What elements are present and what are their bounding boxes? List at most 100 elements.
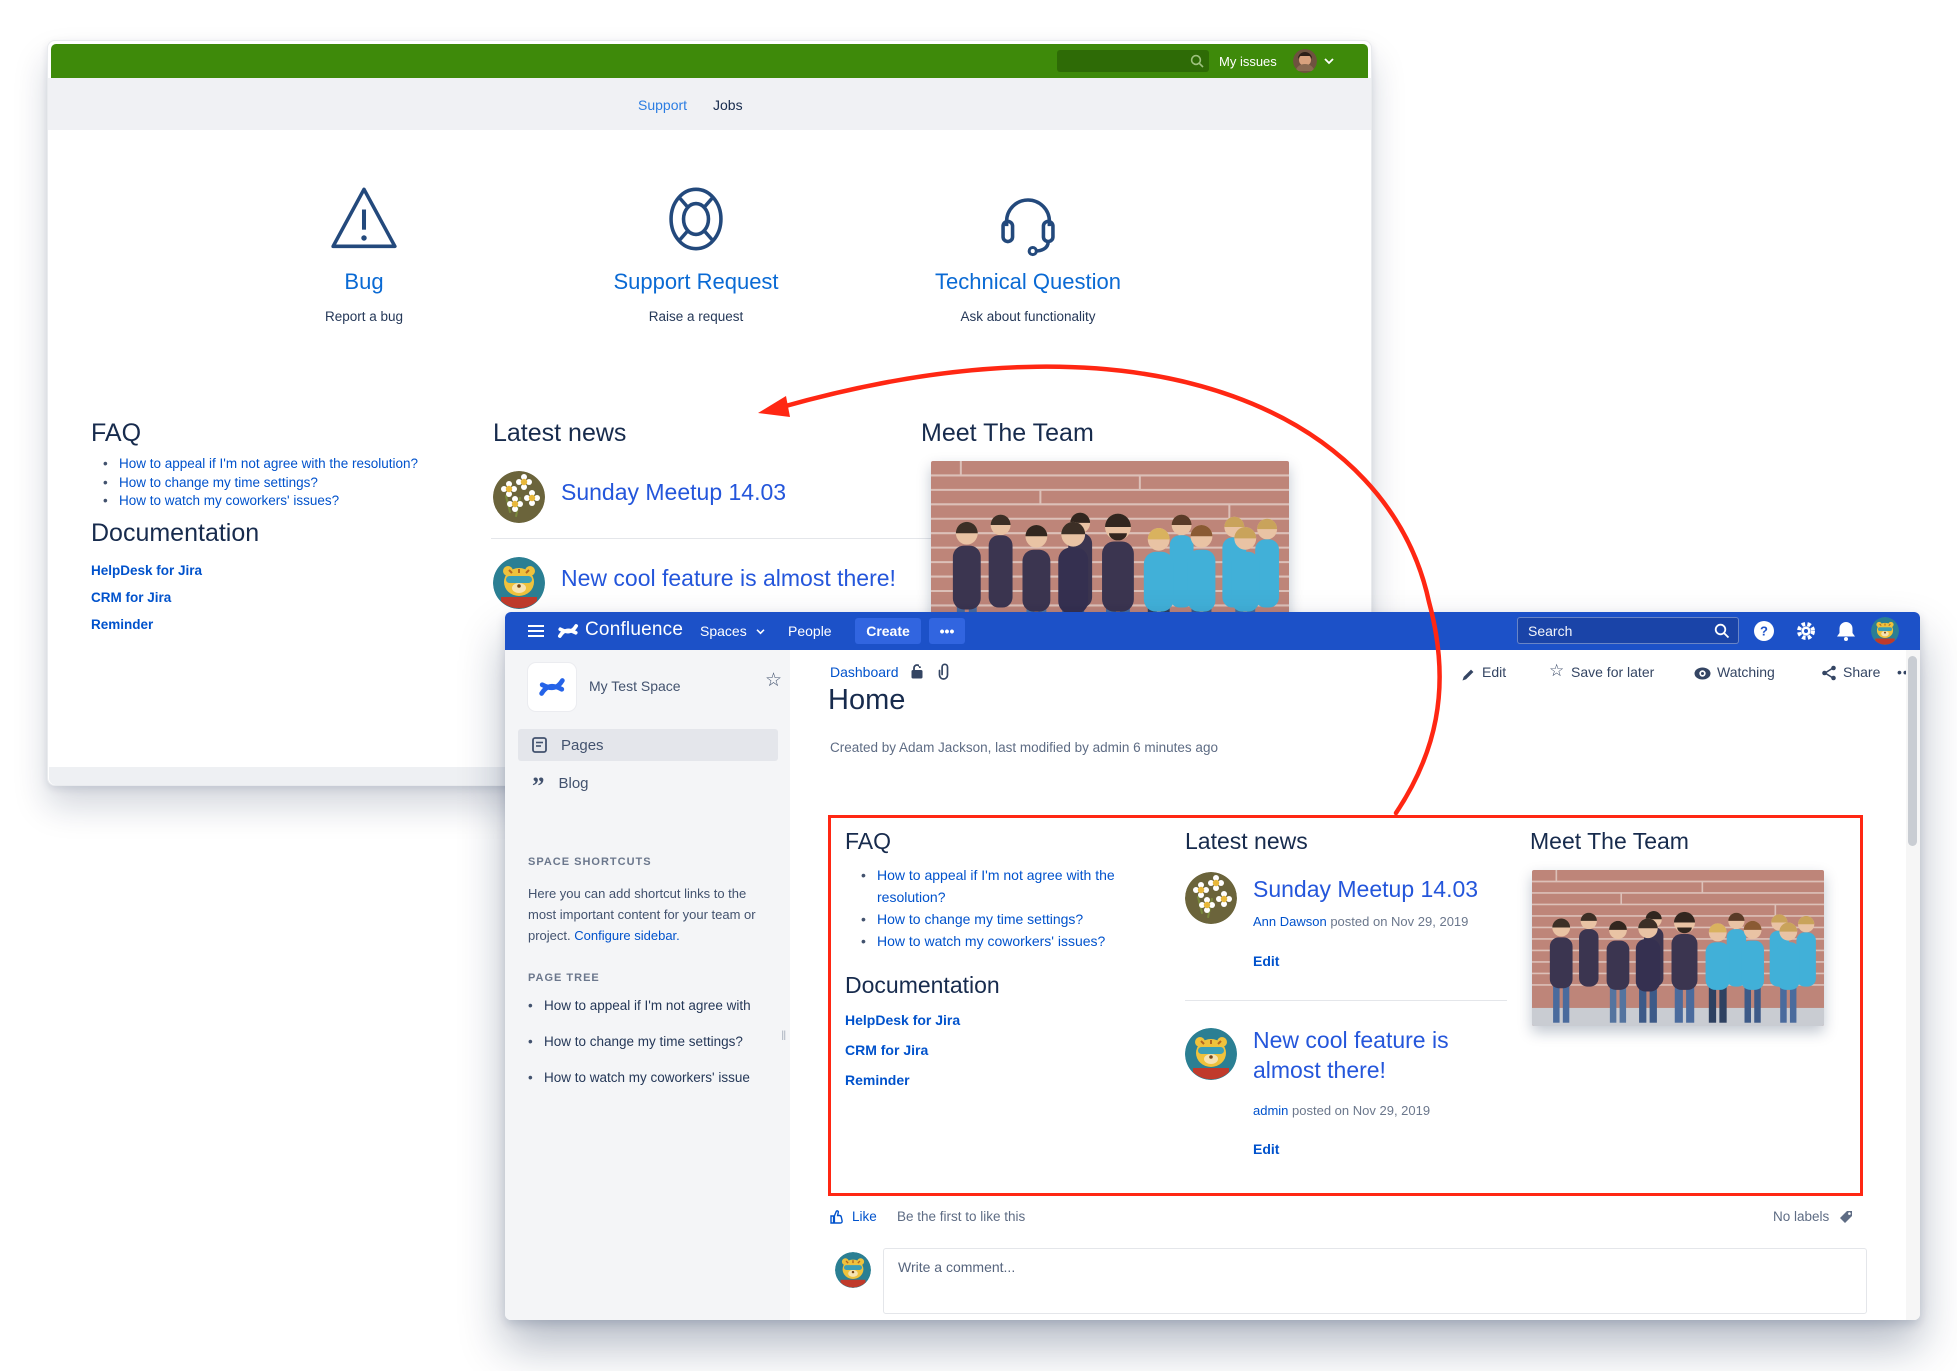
sidebar-item-label: Blog: [559, 775, 589, 792]
portal-search-box[interactable]: [1057, 50, 1209, 72]
help-icon[interactable]: ?: [1753, 620, 1775, 642]
confluence-product-name[interactable]: Confluence: [585, 619, 683, 641]
create-button[interactable]: Create: [855, 618, 921, 644]
faq-link[interactable]: How to appeal if I'm not agree with the …: [119, 456, 418, 471]
doc-link-reminder[interactable]: Reminder: [91, 617, 202, 632]
unlock-icon[interactable]: [909, 663, 925, 680]
confluence-search-box[interactable]: [1517, 617, 1739, 644]
news-edit-link[interactable]: Edit: [1253, 953, 1279, 969]
warning-triangle-icon: [214, 181, 514, 261]
more-menu-button[interactable]: •••: [929, 618, 965, 644]
sidebar-item-blog[interactable]: ” Blog: [518, 767, 778, 799]
like-button[interactable]: Like: [852, 1209, 877, 1224]
favorite-star-icon[interactable]: ☆: [765, 669, 782, 692]
doc-link-helpdesk[interactable]: HelpDesk for Jira: [845, 1012, 960, 1028]
news-title-link[interactable]: Sunday Meetup 14.03: [561, 479, 786, 506]
label-tag-icon[interactable]: [1838, 1209, 1854, 1225]
faq-link[interactable]: How to watch my coworkers' issues?: [119, 493, 339, 508]
news-avatar-tiger: [493, 557, 545, 609]
tab-jobs[interactable]: Jobs: [713, 97, 743, 113]
configure-sidebar-link[interactable]: Configure sidebar.: [574, 928, 680, 943]
doc-link-helpdesk[interactable]: HelpDesk for Jira: [91, 563, 202, 578]
doc-link-crm[interactable]: CRM for Jira: [845, 1042, 960, 1058]
list-item: How to change my time settings?: [101, 474, 501, 492]
news-title-link[interactable]: Sunday Meetup 14.03: [1253, 876, 1478, 903]
tile-title[interactable]: Technical Question: [878, 269, 1178, 295]
hamburger-menu-icon[interactable]: [527, 624, 545, 638]
tab-support[interactable]: Support: [638, 97, 687, 113]
scrollbar-thumb[interactable]: [1908, 656, 1917, 846]
toolbar-watching[interactable]: Watching: [1717, 664, 1775, 680]
nav-people[interactable]: People: [788, 623, 832, 639]
news-avatar-flowers: [493, 471, 545, 523]
doc-link-crm[interactable]: CRM for Jira: [91, 590, 202, 605]
portal-documentation-links: HelpDesk for Jira CRM for Jira Reminder: [91, 563, 202, 644]
faq-list: How to appeal if I'm not agree with the …: [857, 864, 1159, 952]
latest-news-heading: Latest news: [1185, 828, 1308, 855]
settings-gear-icon[interactable]: [1795, 620, 1817, 642]
watching-eye-icon[interactable]: [1694, 667, 1711, 680]
no-labels-text: No labels: [1773, 1209, 1829, 1224]
scrollbar-track[interactable]: [1906, 650, 1920, 1320]
portal-user-avatar[interactable]: [1293, 49, 1317, 73]
notifications-bell-icon[interactable]: [1835, 620, 1857, 642]
portal-search-input[interactable]: [1063, 50, 1183, 72]
portal-faq-list: How to appeal if I'm not agree with the …: [101, 455, 501, 511]
news-meta: admin posted on Nov 29, 2019: [1253, 1103, 1430, 1118]
author-link[interactable]: Ann Dawson: [1253, 914, 1327, 929]
portal-tab-strip: Support Jobs: [48, 78, 1371, 130]
edit-pencil-icon[interactable]: [1461, 667, 1476, 682]
portal-documentation-heading: Documentation: [91, 519, 259, 548]
team-photo: [1532, 870, 1824, 1026]
doc-link-reminder[interactable]: Reminder: [845, 1072, 960, 1088]
toolbar-share[interactable]: Share: [1843, 664, 1880, 680]
tile-subtitle: Ask about functionality: [878, 309, 1178, 324]
page-tree-label: PAGE TREE: [528, 972, 600, 984]
breadcrumb[interactable]: Dashboard: [830, 664, 899, 680]
page-icon: [532, 737, 547, 753]
svg-text:?: ?: [1760, 624, 1768, 639]
list-item: How to watch my coworkers' issues?: [101, 492, 501, 510]
tile-title[interactable]: Support Request: [546, 269, 846, 295]
sidebar-resize-handle[interactable]: ‖: [781, 1028, 786, 1043]
tile-title[interactable]: Bug: [214, 269, 514, 295]
page-tree-item[interactable]: How to change my time settings?: [528, 1034, 778, 1049]
my-issues-link[interactable]: My issues: [1219, 54, 1277, 69]
faq-link[interactable]: How to watch my coworkers' issues?: [877, 933, 1105, 949]
page-tree-list: How to appeal if I'm not agree with How …: [528, 998, 778, 1106]
divider: [1185, 1000, 1507, 1001]
thumbs-up-icon[interactable]: [829, 1209, 845, 1225]
posted-meta: posted on Nov 29, 2019: [1288, 1103, 1430, 1118]
sidebar-item-label: Pages: [561, 737, 604, 754]
page-tree-item[interactable]: How to appeal if I'm not agree with: [528, 998, 778, 1013]
request-tile-technical[interactable]: Technical Question Ask about functionali…: [878, 181, 1178, 324]
page-tree-item[interactable]: How to watch my coworkers' issue: [528, 1070, 778, 1085]
confluence-user-avatar[interactable]: [1871, 617, 1899, 645]
paperclip-icon[interactable]: [935, 662, 951, 680]
faq-link[interactable]: How to change my time settings?: [119, 475, 318, 490]
space-name[interactable]: My Test Space: [589, 678, 681, 694]
comment-input[interactable]: [898, 1259, 1838, 1275]
nav-spaces[interactable]: Spaces: [700, 623, 747, 639]
chevron-down-icon: [755, 628, 766, 635]
request-tile-support[interactable]: Support Request Raise a request: [546, 181, 846, 324]
confluence-search-input[interactable]: [1528, 619, 1708, 642]
space-logo[interactable]: [528, 663, 576, 711]
confluence-sidebar: My Test Space ☆ Pages ” Blog SPACE SHORT…: [505, 650, 790, 1320]
news-title-link[interactable]: New cool feature is almost there!: [1253, 1026, 1518, 1086]
faq-link[interactable]: How to change my time settings?: [877, 911, 1083, 927]
faq-link[interactable]: How to appeal if I'm not agree with the …: [877, 867, 1115, 905]
toolbar-save-for-later[interactable]: Save for later: [1571, 664, 1654, 680]
save-star-icon[interactable]: ☆: [1549, 661, 1564, 681]
author-link[interactable]: admin: [1253, 1103, 1288, 1118]
comment-box[interactable]: [883, 1248, 1867, 1314]
chevron-down-icon[interactable]: [1323, 57, 1335, 65]
page-byline: Created by Adam Jackson, last modified b…: [830, 740, 1218, 755]
news-title-link[interactable]: New cool feature is almost there!: [561, 565, 896, 592]
toolbar-edit[interactable]: Edit: [1482, 664, 1506, 680]
sidebar-item-pages[interactable]: Pages: [518, 729, 778, 761]
request-tile-bug[interactable]: Bug Report a bug: [214, 181, 514, 324]
share-icon[interactable]: [1821, 665, 1837, 681]
news-edit-link[interactable]: Edit: [1253, 1141, 1279, 1157]
news-avatar-tiger: [1185, 1028, 1237, 1080]
